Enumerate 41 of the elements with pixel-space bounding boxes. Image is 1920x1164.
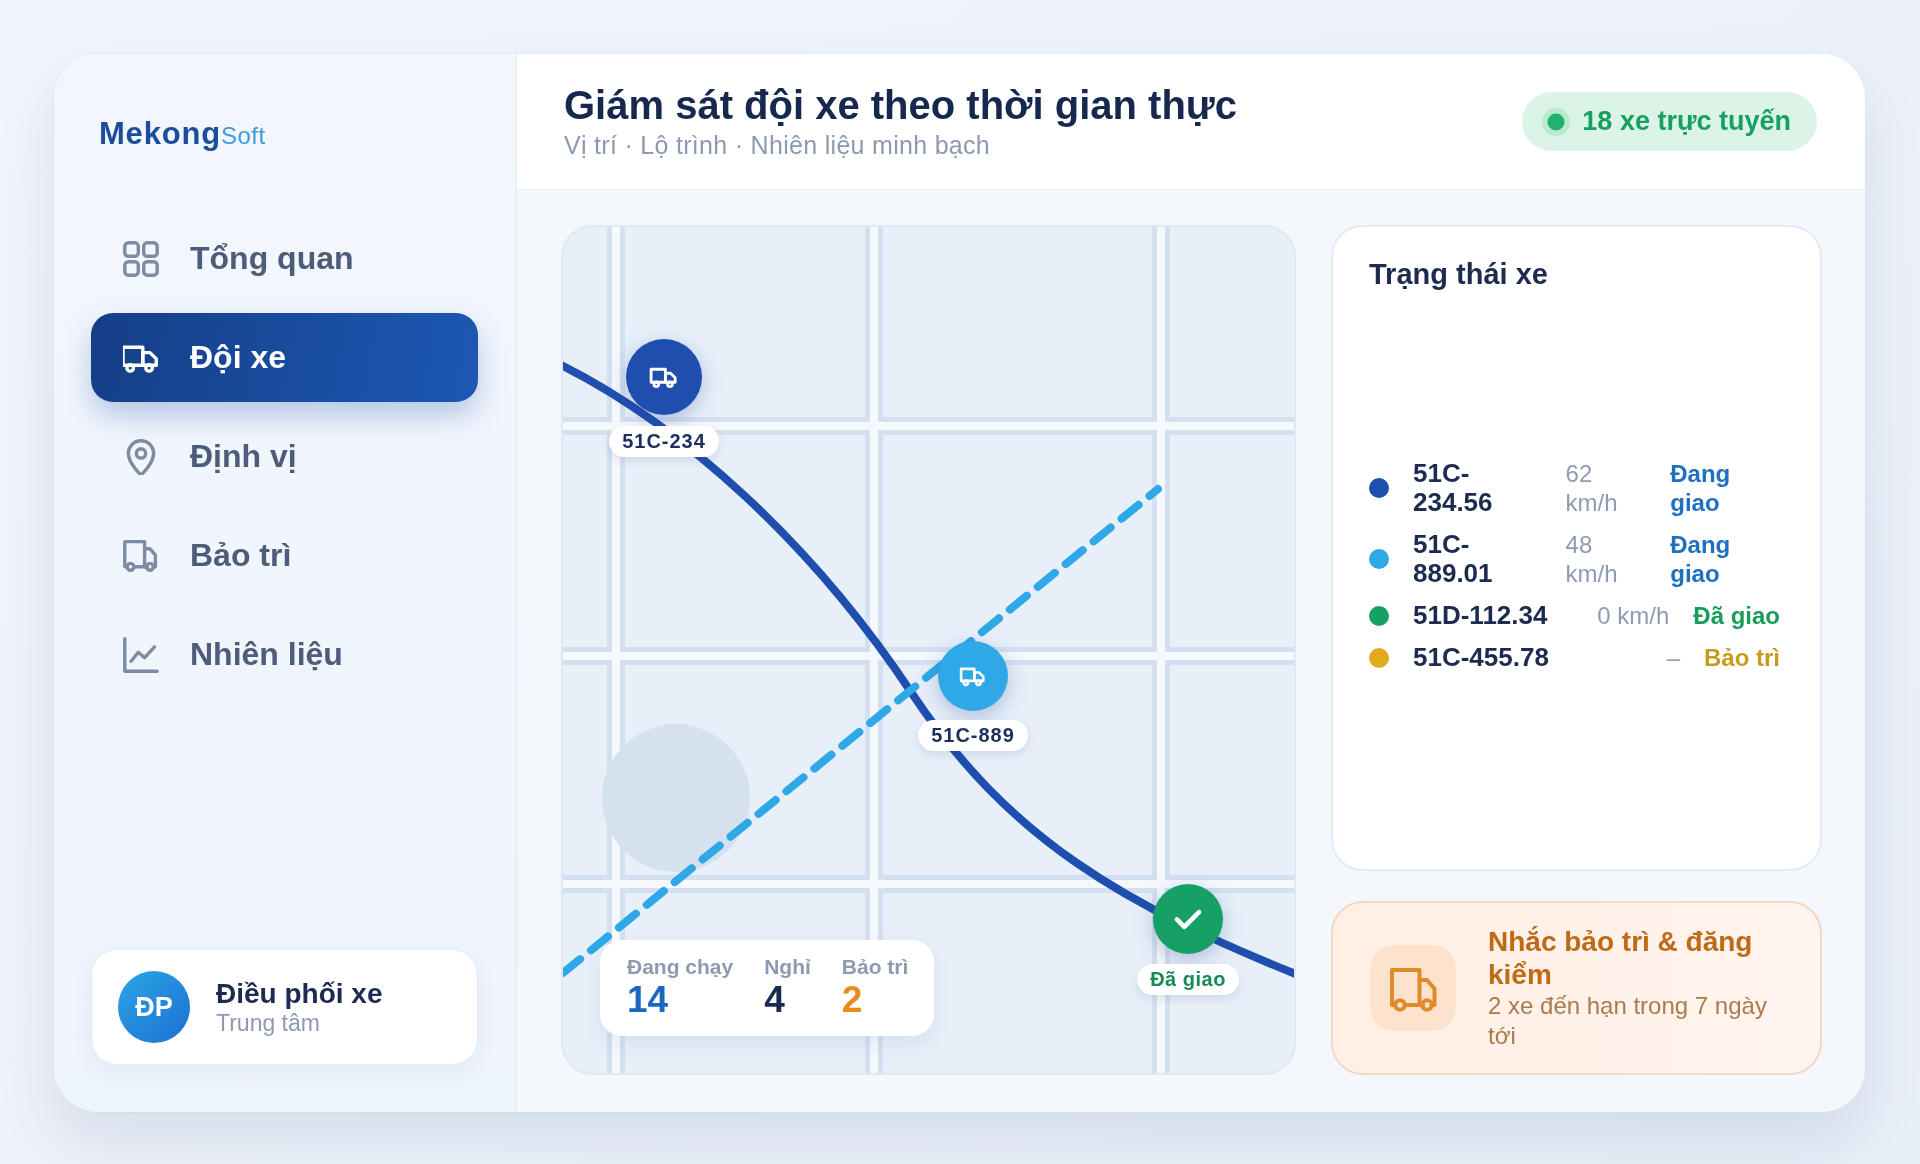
sidebar-item[interactable]: Nhiên liệu	[91, 610, 478, 699]
alert-title: Nhắc bảo trì & đăng kiểm	[1488, 925, 1754, 991]
vehicle-plate: 51C-234.56	[1413, 459, 1494, 517]
line-chart-icon	[123, 636, 159, 673]
sidebar-item[interactable]: Bảo trì	[91, 511, 478, 600]
stat-value: 4	[764, 980, 785, 1019]
page-title: Giám sát đội xe theo thời gian thực	[564, 83, 1238, 128]
vehicle-speed: –	[1666, 643, 1680, 672]
vehicle-status: Bảo trì	[1704, 643, 1780, 672]
box-truck-icon	[123, 537, 159, 574]
panel-title: Trạng thái xe	[1369, 257, 1548, 291]
brand-logo: MekongSoft	[99, 116, 266, 153]
stat-label: Nghỉ	[764, 954, 811, 980]
vehicle-plate: 51C-455.78	[1413, 643, 1550, 672]
vehicle-plate-label: 51C-889	[918, 720, 1028, 751]
stat-value: 2	[841, 980, 863, 1019]
vehicle-status: Đang giao	[1670, 459, 1732, 517]
vehicle-plate: 51C-889.01	[1413, 530, 1494, 588]
vehicle-plate: 51D-112.34	[1413, 601, 1549, 630]
vehicle-status: Đang giao	[1670, 530, 1732, 588]
vehicle-speed: 0 km/h	[1597, 601, 1670, 630]
sidebar-item[interactable]: Đội xe	[91, 313, 478, 402]
page-subtitle: Vị trí · Lộ trình · Nhiên liệu minh bạch	[564, 131, 991, 160]
vehicle-status: Đã giao	[1693, 601, 1780, 630]
stat-value: 14	[627, 980, 669, 1019]
delivery-status-label: Đã giao	[1137, 964, 1239, 995]
vehicle-speed: 48 km/h	[1565, 530, 1619, 588]
sidebar-item[interactable]: Tổng quan	[91, 214, 478, 303]
user-avatar: ĐP	[118, 971, 190, 1043]
box-truck-icon	[1370, 945, 1456, 1031]
sidebar-item[interactable]: Định vị	[91, 412, 478, 501]
alert-text: 2 xe đến hạn trong 7 ngày tới	[1488, 991, 1768, 1051]
vehicle-plate-label: 51C-234	[609, 426, 719, 457]
online-badge: 18 xe trực tuyến	[1522, 92, 1817, 151]
stat-label: Bảo trì	[841, 954, 909, 980]
vehicle-speed: 62 km/h	[1565, 459, 1619, 517]
grid-icon	[123, 240, 159, 277]
stat-label: Đang chạy	[627, 954, 734, 980]
user-name: Điều phối xe	[216, 977, 383, 1010]
online-dot-icon	[1542, 107, 1571, 136]
user-role: Trung tâm	[216, 1010, 320, 1037]
